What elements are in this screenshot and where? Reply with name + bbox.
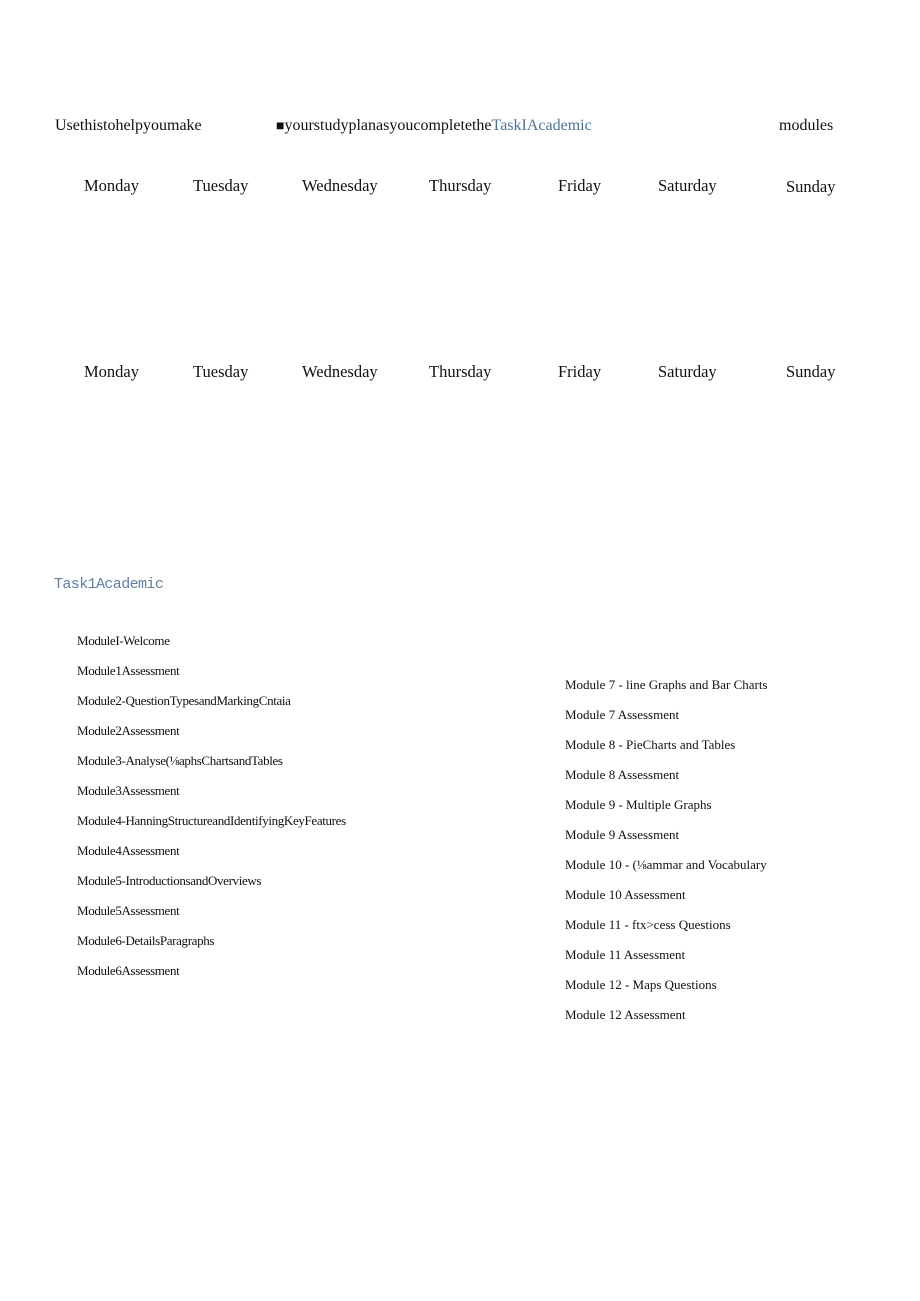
module-list-item: Module 12 - Maps Questions bbox=[565, 977, 717, 992]
module-list-item: Module 11 Assessment bbox=[565, 947, 686, 962]
week-2-day-thursday: Thursday bbox=[429, 362, 492, 381]
module-list-item: Module 12 Assessment bbox=[565, 1007, 686, 1022]
module-list-item: Module6-DetailsParagraphs bbox=[77, 933, 215, 948]
week-1-day-thursday: Thursday bbox=[429, 176, 492, 195]
module-list-item: Module 9 - Multiple Graphs bbox=[565, 797, 712, 812]
course-name-link[interactable]: TaskIAcademic bbox=[492, 117, 592, 134]
week-1-day-sunday: Sunday bbox=[786, 177, 836, 196]
module-list-item: Module4Assessment bbox=[77, 843, 180, 858]
week-1-day-friday: Friday bbox=[558, 176, 602, 195]
module-list-item: Module4-HanningStructureandIdentifyingKe… bbox=[77, 813, 346, 828]
section-title: Task1Academic bbox=[54, 576, 164, 593]
module-list-item: Module5-IntroductionsandOverviews bbox=[77, 873, 262, 888]
week-2-day-tuesday: Tuesday bbox=[193, 362, 249, 381]
module-list-item: Module 8 - PieCharts and Tables bbox=[565, 737, 736, 752]
module-list-item: Module 9 Assessment bbox=[565, 827, 680, 842]
week-1-day-wednesday: Wednesday bbox=[302, 176, 378, 195]
week-2-day-sunday: Sunday bbox=[786, 362, 836, 381]
module-list-item: Module 10 - (⅛ammar and Vocabulary bbox=[565, 857, 767, 872]
module-list-item: Module2Assessment bbox=[77, 723, 180, 738]
module-list-item: Module1Assessment bbox=[77, 663, 180, 678]
module-list-item: Module6Assessment bbox=[77, 963, 180, 978]
module-list-item: Module3Assessment bbox=[77, 783, 180, 798]
module-list-item: ModuleI-Welcome bbox=[77, 633, 170, 648]
week-2-day-saturday: Saturday bbox=[658, 362, 717, 381]
module-list-item: Module5Assessment bbox=[77, 903, 180, 918]
module-list-item: Module 7 Assessment bbox=[565, 707, 680, 722]
module-list-item: Module 7 - line Graphs and Bar Charts bbox=[565, 677, 768, 692]
intro-text-middle-words: yourstudyplanasyoucompletethe bbox=[284, 117, 492, 134]
module-list-item: Module 10 Assessment bbox=[565, 887, 686, 902]
intro-text-end: modules bbox=[779, 117, 834, 134]
week-1-day-tuesday: Tuesday bbox=[193, 176, 249, 195]
intro-text-start: Usethistohelpyoumake bbox=[55, 117, 202, 134]
week-2-day-wednesday: Wednesday bbox=[302, 362, 378, 381]
module-list-item: Module2-QuestionTypesandMarkingCntaia bbox=[77, 693, 291, 708]
week-1-day-saturday: Saturday bbox=[658, 176, 717, 195]
week-2-day-friday: Friday bbox=[558, 362, 602, 381]
intro-text-middle: ■yourstudyplanasyoucompletetheTaskIAcade… bbox=[276, 117, 592, 135]
week-1-day-monday: Monday bbox=[84, 176, 139, 195]
week-2-day-monday: Monday bbox=[84, 362, 139, 381]
module-list-item: Module3-Analyse(⅛aphsChartsandTables bbox=[77, 753, 283, 768]
module-list-item: Module 11 - ftx>cess Questions bbox=[565, 917, 731, 932]
module-list-item: Module 8 Assessment bbox=[565, 767, 680, 782]
